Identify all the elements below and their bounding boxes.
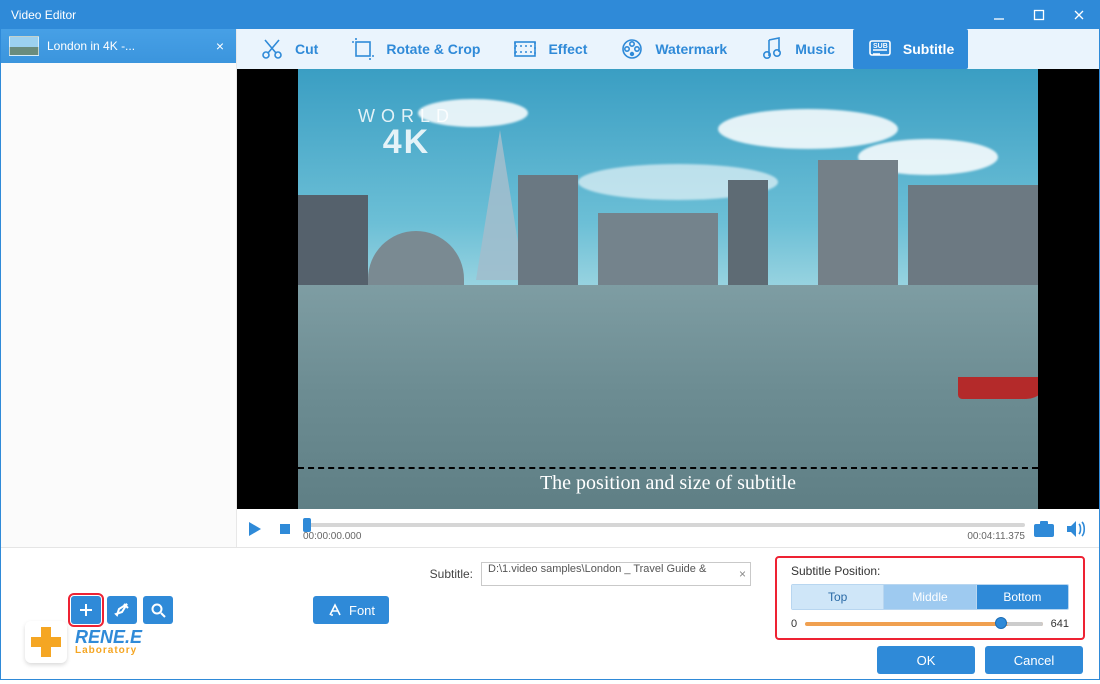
subtitle-icon: SUB — [867, 36, 893, 62]
brand-logo: RENE.E Laboratory — [25, 621, 142, 663]
position-slider[interactable] — [805, 622, 1043, 626]
sidebar: London in 4K -... × — [1, 29, 237, 547]
logo-icon — [25, 621, 67, 663]
main-panel: Cut Rotate & Crop Effect Watermark Music… — [237, 29, 1099, 547]
titlebar: Video Editor — [1, 1, 1099, 29]
subtitle-path-value: D:\1.video samples\London _ Travel Guide… — [488, 563, 706, 575]
cancel-button[interactable]: Cancel — [985, 646, 1083, 674]
film-icon — [512, 36, 538, 62]
clear-input-icon[interactable]: × — [739, 567, 746, 581]
music-note-icon — [759, 36, 785, 62]
tab-subtitle-label: Subtitle — [903, 41, 954, 57]
edit-subtitle-button[interactable] — [107, 596, 137, 624]
subtitle-label: Subtitle: — [430, 567, 473, 581]
ok-button[interactable]: OK — [877, 646, 975, 674]
add-subtitle-button[interactable] — [71, 596, 101, 624]
toolbar-tabs: Cut Rotate & Crop Effect Watermark Music… — [237, 29, 1099, 69]
tab-music-label: Music — [795, 41, 835, 57]
font-button-label: Font — [349, 603, 375, 618]
tab-subtitle[interactable]: SUB Subtitle — [853, 29, 968, 69]
scissors-icon — [259, 36, 285, 62]
file-tab[interactable]: London in 4K -... × — [1, 29, 236, 63]
tab-rotate-label: Rotate & Crop — [386, 41, 480, 57]
minimize-button[interactable] — [979, 1, 1019, 29]
svg-text:SUB: SUB — [873, 43, 888, 50]
watermark-icon — [619, 36, 645, 62]
total-time-label: 00:04:11.375 — [967, 531, 1025, 542]
position-top-button[interactable]: Top — [792, 585, 883, 609]
playback-bar: 00:00:00.000 00:04:11.375 — [237, 509, 1099, 547]
tab-cut-label: Cut — [295, 41, 318, 57]
snapshot-button[interactable] — [1031, 518, 1057, 540]
volume-button[interactable] — [1063, 518, 1089, 540]
preview-area: WORLD 4K The position and size of subtit… — [237, 69, 1099, 509]
preview-watermark: WORLD 4K — [358, 107, 455, 159]
stop-button[interactable] — [273, 517, 297, 541]
video-preview[interactable]: WORLD 4K The position and size of subtit… — [298, 69, 1038, 509]
search-subtitle-button[interactable] — [143, 596, 173, 624]
subtitle-guide-line[interactable] — [298, 467, 1038, 469]
tab-watermark-label: Watermark — [655, 41, 727, 57]
tab-effect-label: Effect — [548, 41, 587, 57]
position-bottom-button[interactable]: Bottom — [976, 585, 1068, 609]
position-button-group: Top Middle Bottom — [791, 584, 1069, 610]
tab-rotate-crop[interactable]: Rotate & Crop — [336, 29, 494, 69]
subtitle-file-row: Subtitle: D:\1.video samples\London _ Tr… — [15, 562, 751, 586]
position-max-label: 641 — [1051, 618, 1069, 630]
file-thumbnail — [9, 36, 39, 56]
logo-sub: Laboratory — [75, 646, 142, 656]
position-min-label: 0 — [791, 618, 797, 630]
logo-brand: RENE.E — [75, 627, 142, 647]
subtitle-position-panel: Subtitle Position: Top Middle Bottom 0 6… — [775, 556, 1085, 640]
tab-cut[interactable]: Cut — [245, 29, 332, 69]
position-header: Subtitle Position: — [791, 564, 1069, 578]
tab-effect[interactable]: Effect — [498, 29, 601, 69]
file-label: London in 4K -... — [47, 39, 204, 53]
font-button[interactable]: Font — [313, 596, 389, 624]
subtitle-path-input[interactable]: D:\1.video samples\London _ Travel Guide… — [481, 562, 751, 586]
subtitle-overlay-text: The position and size of subtitle — [298, 472, 1038, 495]
window-title: Video Editor — [11, 8, 979, 22]
file-close-icon[interactable]: × — [212, 38, 228, 54]
current-time-label: 00:00:00.000 — [303, 531, 361, 542]
position-slider-knob[interactable] — [995, 617, 1007, 629]
position-middle-button[interactable]: Middle — [883, 585, 975, 609]
close-button[interactable] — [1059, 1, 1099, 29]
bottom-panel: Subtitle: D:\1.video samples\London _ Tr… — [1, 547, 1099, 679]
maximize-button[interactable] — [1019, 1, 1059, 29]
timeline-playhead[interactable] — [303, 518, 311, 532]
tab-watermark[interactable]: Watermark — [605, 29, 741, 69]
timeline[interactable]: 00:00:00.000 00:04:11.375 — [303, 515, 1025, 543]
play-button[interactable] — [243, 517, 267, 541]
crop-icon — [350, 36, 376, 62]
tab-music[interactable]: Music — [745, 29, 849, 69]
